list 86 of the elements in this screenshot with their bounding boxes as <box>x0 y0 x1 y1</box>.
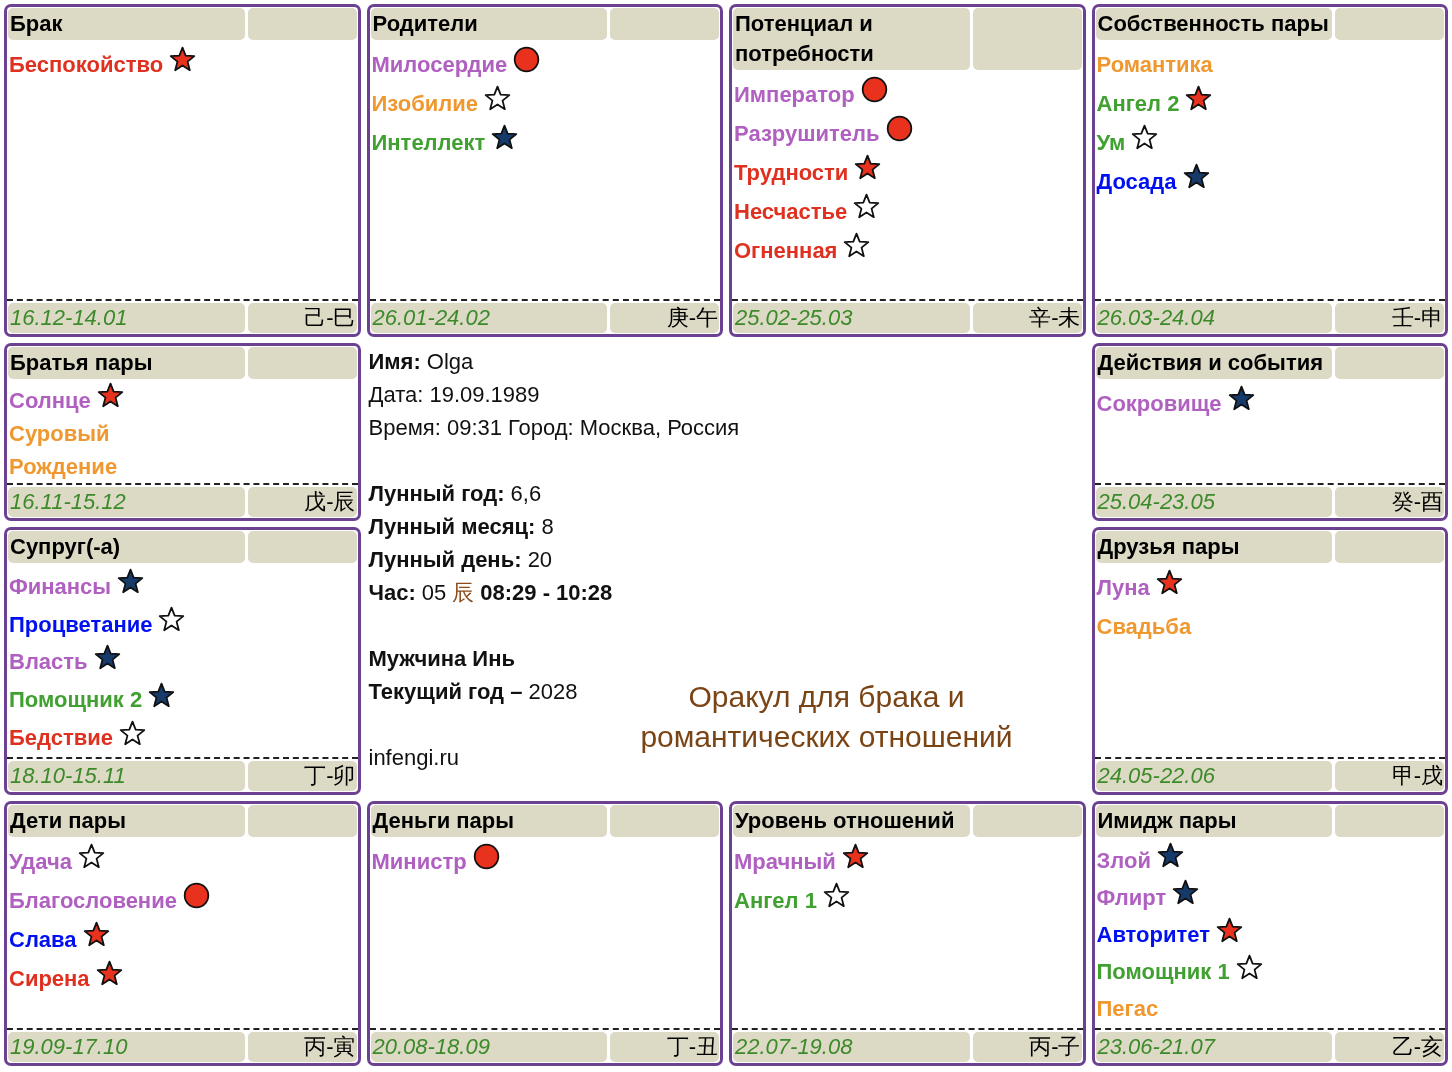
star-name: Суровый <box>9 420 110 447</box>
star-name: Досада <box>1096 168 1177 195</box>
palace-title: Супруг(-а) <box>8 531 245 563</box>
star-name: Солнце <box>9 387 91 414</box>
star-name: Ангел 1 <box>734 887 817 914</box>
palace-title: Уровень отношений <box>733 805 970 837</box>
star-name: Несчастье <box>734 198 848 225</box>
info-line: Дата: 19.09.1989 <box>368 381 541 409</box>
current-year-line: Текущий год – 2028 <box>368 678 578 706</box>
star-name: Бедствие <box>9 725 114 752</box>
star-name: Слава <box>9 926 77 953</box>
palace-title: Собственность пары <box>1095 8 1333 40</box>
date-range: 18.10-15.11 <box>8 761 245 791</box>
date-range: 22.07-19.08 <box>733 1032 970 1062</box>
palace-title: Имидж пары <box>1095 805 1333 837</box>
date-range: 20.08-18.09 <box>370 1032 608 1062</box>
star-name: Помощник 1 <box>1096 959 1230 986</box>
star-name: Беспокойство <box>9 51 164 78</box>
star-name: Рождение <box>9 453 118 480</box>
star-name: Трудности <box>734 159 849 186</box>
date-range: 26.01-24.02 <box>370 303 608 333</box>
branch-label: 壬-申 <box>1335 303 1444 333</box>
star-name: Огненная <box>734 237 838 264</box>
star-name: Свадьба <box>1096 613 1192 640</box>
star-name: Изобилие <box>371 90 478 117</box>
branch-label: 丁-丑 <box>610 1032 719 1062</box>
star-name: Злой <box>1096 847 1151 874</box>
date-range: 16.12-14.01 <box>8 303 245 333</box>
branch-label: 己-巳 <box>247 303 357 333</box>
star-name: Процветание <box>9 611 153 638</box>
date-range: 23.06-21.07 <box>1095 1032 1333 1062</box>
site-link[interactable]: infengi.ru <box>368 741 578 774</box>
date-range: 26.03-24.04 <box>1095 303 1333 333</box>
star-name: Сирена <box>9 965 90 992</box>
branch-label: 辛-未 <box>972 303 1082 333</box>
palace-title: Братья пары <box>8 347 245 379</box>
star-name: Разрушитель <box>734 120 880 147</box>
star-name: Милосердие <box>371 51 508 78</box>
star-name: Ум <box>1096 129 1126 156</box>
branch-label: 戊-辰 <box>247 487 357 517</box>
palace-title: Дети пары <box>8 805 245 837</box>
branch-label: 丙-子 <box>972 1032 1082 1062</box>
branch-label: 乙-亥 <box>1335 1032 1444 1062</box>
palace-title: Потенциал и потребности <box>733 8 970 70</box>
palace-title: Брак <box>8 8 245 40</box>
star-name: Сокровище <box>1096 390 1222 417</box>
info-line: Время: 09:31 Город: Москва, Россия <box>368 414 741 442</box>
date-range: 25.04-23.05 <box>1095 487 1333 517</box>
branch-label: 丙-寅 <box>247 1032 357 1062</box>
star-name: Благословение <box>9 887 177 914</box>
palace-title: Родители <box>370 8 608 40</box>
info-line: Лунный год: 6,6 <box>368 480 543 508</box>
date-range: 16.11-15.12 <box>8 487 245 517</box>
info-line: Лунный день: 20 <box>368 546 554 574</box>
hour-range: 08:29 - 10:28 <box>480 579 613 607</box>
branch-label: 癸-酉 <box>1335 487 1444 517</box>
star-name: Пегас <box>1096 996 1159 1023</box>
date-range: 24.05-22.06 <box>1095 761 1333 791</box>
star-name: Ангел 2 <box>1096 90 1180 117</box>
branch-label: 甲-戌 <box>1335 761 1444 791</box>
star-name: Император <box>734 81 855 108</box>
palace-title: Действия и события <box>1095 347 1333 379</box>
star-name: Помощник 2 <box>9 687 143 714</box>
star-name: Удача <box>9 848 72 875</box>
date-range: 25.02-25.03 <box>733 303 970 333</box>
star-name: Луна <box>1096 574 1150 601</box>
star-name: Мрачный <box>734 848 836 875</box>
branch-label: 庚-午 <box>610 303 719 333</box>
star-name: Романтика <box>1096 51 1213 78</box>
date-range: 19.09-17.10 <box>8 1032 245 1062</box>
gender-line: Мужчина Инь <box>368 645 516 673</box>
branch-label: 丁-卯 <box>247 761 357 791</box>
palace-title: Деньги пары <box>370 805 608 837</box>
star-name: Интеллект <box>371 129 486 156</box>
star-name: Власть <box>9 649 88 676</box>
info-line: Лунный месяц: 8 <box>368 513 555 541</box>
hour-branch: 辰 <box>452 579 475 607</box>
hour-label: Час: <box>368 579 416 607</box>
star-name: Министр <box>371 848 467 875</box>
star-name: Финансы <box>9 573 112 600</box>
oracle-title: Оракул для брака и романтических отношений <box>639 679 1014 755</box>
star-name: Авторитет <box>1096 922 1210 948</box>
palace-title: Друзья пары <box>1095 531 1333 563</box>
info-line: Имя: Olga <box>368 348 475 376</box>
hour-number: 05 <box>421 579 447 607</box>
star-name: Флирт <box>1096 884 1167 911</box>
